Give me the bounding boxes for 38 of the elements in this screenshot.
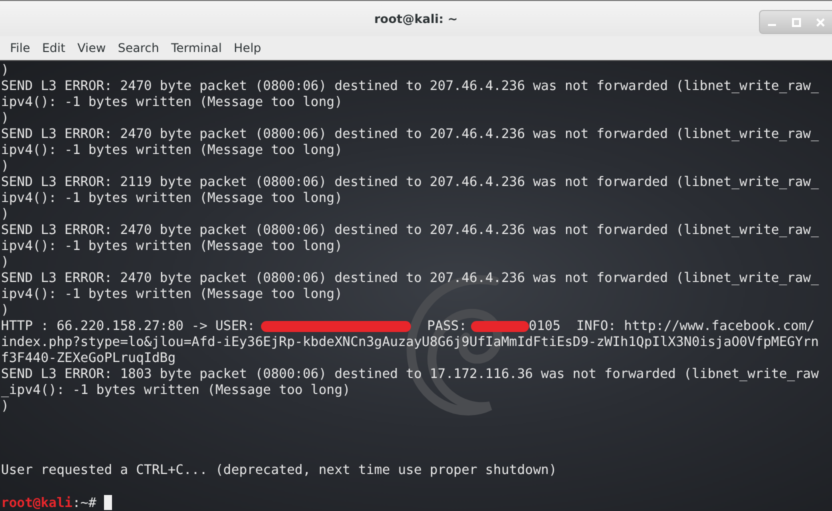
maximize-icon xyxy=(792,18,800,26)
menu-item[interactable]: Terminal xyxy=(165,39,228,57)
terminal-line: f3F440-ZEXeGoPLruqIdBg xyxy=(1,351,176,366)
terminal-text: 0105 INFO: http://www.facebook.com/ xyxy=(528,319,815,334)
redaction-mark xyxy=(470,320,529,332)
terminal-line: ) xyxy=(1,111,9,126)
terminal-line: SEND L3 ERROR: 1803 byte packet (0800:06) destined to 17.172.116.36 was not forwarded (libnet_write_raw xyxy=(1,367,819,382)
window-title: root@kali: ~ xyxy=(374,12,458,26)
terminal-line: SEND L3 ERROR: 2470 byte packet (0800:06) destined to 207.46.4.236 was not forwarded (libnet_write_raw_ xyxy=(1,127,819,142)
terminal-line: index.php?stype=lo&jlou=Afd-iEy36EjRp-kbdeXNCn3gAuzayU8G6j9UfIaMmIdFtiEsD9-zWIh1QpIlX3N0isjaO0VfpMEGYrn xyxy=(1,335,819,350)
terminal-line: ) xyxy=(1,303,9,318)
terminal-line: ) xyxy=(1,207,9,222)
terminal-line: _ipv4(): -1 bytes written (Message too long) xyxy=(1,383,350,398)
terminal-line: ipv4(): -1 bytes written (Message too long) xyxy=(1,95,342,110)
terminal-line: ) xyxy=(1,255,9,270)
menu-item[interactable]: Edit xyxy=(36,39,72,57)
terminal-line: ipv4(): -1 bytes written (Message too long) xyxy=(1,239,342,254)
menu-item[interactable]: File xyxy=(4,39,36,57)
terminal-line: SEND L3 ERROR: 2470 byte packet (0800:06) destined to 207.46.4.236 was not forwarded (libnet_write_raw_ xyxy=(1,79,819,94)
menu-item[interactable]: View xyxy=(71,39,112,57)
menu-item[interactable]: Search xyxy=(112,39,166,57)
prompt-path: :~# xyxy=(72,496,96,511)
terminal-line: SEND L3 ERROR: 2119 byte packet (0800:06) destined to 207.46.4.236 was not forwarded (libnet_write_raw_ xyxy=(1,175,819,190)
text-cursor xyxy=(104,495,112,510)
terminal-text: PASS: xyxy=(427,319,467,334)
terminal-text: HTTP : 66.220.158.27:80 -> USER: xyxy=(1,319,256,334)
prompt-user-host: root@kali xyxy=(1,496,72,511)
terminal-line: ipv4(): -1 bytes written (Message too long) xyxy=(1,143,342,158)
terminal-line: ) xyxy=(1,399,9,414)
terminal-line: ipv4(): -1 bytes written (Message too long) xyxy=(1,191,342,206)
terminal-line: ipv4(): -1 bytes written (Message too long) xyxy=(1,287,342,302)
menu-item[interactable]: Help xyxy=(228,39,268,57)
terminal-line: User requested a CTRL+C... (deprecated, next time use proper shutdown) xyxy=(1,463,557,478)
terminal-line: ) xyxy=(1,159,9,174)
terminal-line: SEND L3 ERROR: 2470 byte packet (0800:06) destined to 207.46.4.236 was not forwarded (libnet_write_raw_ xyxy=(1,223,819,238)
terminal-line: SEND L3 ERROR: 2470 byte packet (0800:06) destined to 207.46.4.236 was not forwarded (libnet_write_raw_ xyxy=(1,271,819,286)
close-icon xyxy=(816,18,824,26)
terminal-line: ) xyxy=(1,63,9,78)
